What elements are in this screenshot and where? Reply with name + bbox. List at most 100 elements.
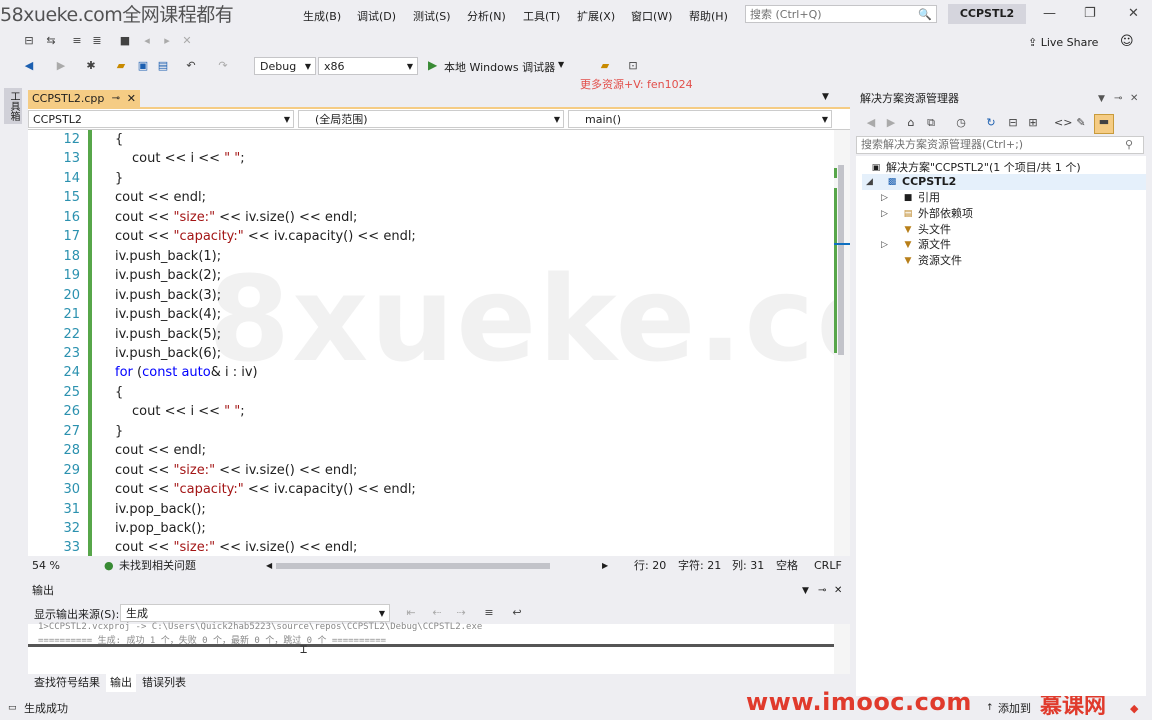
code-line[interactable]: cout << i << " "; — [132, 151, 245, 166]
close-icon[interactable]: ✕ — [834, 582, 842, 600]
tree-item-references[interactable]: ■ 引用 — [902, 190, 940, 206]
sync-icon[interactable]: ⇆ — [44, 34, 58, 48]
code-line[interactable]: iv.push_back(6); — [115, 346, 221, 361]
bookmark-icon[interactable]: ■ — [118, 34, 132, 48]
output-source-select[interactable]: 生成 ▼ — [120, 604, 390, 622]
minimize-button[interactable]: — — [1043, 6, 1056, 21]
refresh-icon[interactable]: ↻ — [984, 116, 998, 130]
menu-test[interactable]: 测试(S) — [413, 8, 451, 24]
eol-indicator[interactable]: CRLF — [814, 557, 842, 575]
pin-icon[interactable]: ⊸ — [1114, 90, 1122, 108]
menu-debug[interactable]: 调试(D) — [357, 8, 396, 24]
code-line[interactable]: iv.pop_back(); — [115, 502, 206, 517]
solution-search-input[interactable]: 搜索解决方案资源管理器(Ctrl+;) ⚲ — [856, 136, 1144, 154]
tree-item-external-deps[interactable]: ▤ 外部依赖项 — [902, 206, 973, 222]
close-icon[interactable]: ✕ — [127, 90, 136, 108]
close-icon[interactable]: ✕ — [1130, 90, 1138, 108]
scope-nav-select[interactable]: (全局范围) ▼ — [298, 110, 564, 128]
prev-message-icon[interactable]: ⇠ — [430, 606, 444, 620]
code-line[interactable]: } — [115, 424, 123, 439]
forward-icon[interactable]: ▶ — [884, 116, 898, 130]
preview-selected-icon[interactable]: ▬ — [1094, 114, 1114, 134]
screenshot-icon[interactable]: ⊡ — [626, 59, 640, 73]
prev-bookmark-icon[interactable]: ◂ — [140, 34, 154, 48]
chevron-down-icon[interactable]: ▼ — [558, 60, 564, 69]
tab-error-list[interactable]: 错误列表 — [138, 674, 190, 692]
tree-item-header-files[interactable]: ▼ 头文件 — [902, 222, 951, 238]
comment-icon[interactable]: ≡ — [70, 34, 84, 48]
collapse-all-icon[interactable]: ⊟ — [1006, 116, 1020, 130]
class-view-icon[interactable]: ⊟ — [22, 34, 36, 48]
menu-help[interactable]: 帮助(H) — [689, 8, 728, 24]
save-all-icon[interactable]: ▤ — [156, 59, 170, 73]
expand-arrow-icon[interactable]: ▷ — [881, 193, 888, 203]
whitespace-indicator[interactable]: 空格 — [776, 557, 798, 575]
code-line[interactable]: iv.pop_back(); — [115, 521, 206, 536]
issues-status[interactable]: 未找到相关问题 — [119, 557, 196, 575]
pending-changes-icon[interactable]: ◷ — [954, 116, 968, 130]
search-box[interactable]: 搜索 (Ctrl+Q) 🔍 — [745, 5, 937, 23]
live-share-button[interactable]: ⇪ Live Share — [1028, 36, 1098, 49]
pin-icon[interactable]: ⊸ — [112, 90, 120, 108]
new-project-icon[interactable]: ✱ — [84, 59, 98, 73]
pin-icon[interactable]: ⊸ — [818, 582, 826, 600]
next-message-icon[interactable]: ⇢ — [454, 606, 468, 620]
back-icon[interactable]: ◀ — [864, 116, 878, 130]
config-select[interactable]: Debug ▼ — [254, 57, 316, 75]
scroll-right-icon[interactable]: ▶ — [602, 557, 608, 575]
home-icon[interactable]: ⌂ — [904, 116, 918, 130]
forward-icon[interactable]: ▶ — [54, 59, 68, 73]
scroll-left-icon[interactable]: ◀ — [266, 557, 272, 575]
document-tab[interactable]: CCPSTL2.cpp ⊸ ✕ — [28, 90, 140, 108]
menu-window[interactable]: 窗口(W) — [631, 8, 672, 24]
project-nav-select[interactable]: CCPSTL2 ▼ — [28, 110, 294, 128]
clear-all-icon[interactable]: ≡ — [482, 606, 496, 620]
tab-output[interactable]: 输出 — [106, 674, 136, 692]
zoom-level[interactable]: 54 % — [32, 557, 60, 575]
word-wrap-icon[interactable]: ↩ — [510, 606, 524, 620]
code-line[interactable]: } — [115, 171, 123, 186]
switch-views-icon[interactable]: ⧉ — [924, 116, 938, 130]
tab-find-symbol-results[interactable]: 查找符号结果 — [30, 674, 104, 692]
vertical-scroll-thumb[interactable] — [838, 165, 844, 355]
platform-select[interactable]: x86 ▼ — [318, 57, 418, 75]
tree-item-resource-files[interactable]: ▼ 资源文件 — [902, 253, 962, 269]
chevron-down-icon[interactable]: ▼ — [1098, 90, 1105, 108]
output-text-area[interactable]: 1>CCPSTL2.vcxproj -> C:\Users\Quick2hab5… — [28, 622, 850, 674]
folder-icon[interactable]: ▰ — [598, 59, 612, 73]
code-line[interactable]: iv.push_back(5); — [115, 327, 221, 342]
show-all-files-icon[interactable]: ⊞ — [1026, 116, 1040, 130]
code-line[interactable]: iv.push_back(1); — [115, 249, 221, 264]
add-to-source-control[interactable]: 添加到 — [998, 697, 1031, 720]
output-scrollbar[interactable] — [834, 624, 850, 674]
close-window-button[interactable]: ✕ — [1128, 6, 1139, 21]
menu-analyze[interactable]: 分析(N) — [467, 8, 506, 24]
code-view-icon[interactable]: <> — [1054, 116, 1072, 130]
code-line[interactable]: cout << "capacity:" << iv.capacity() << … — [115, 482, 416, 497]
menu-build[interactable]: 生成(B) — [303, 8, 341, 24]
find-message-icon[interactable]: ⇤ — [404, 606, 418, 620]
code-line[interactable]: iv.push_back(4); — [115, 307, 221, 322]
menu-tools[interactable]: 工具(T) — [523, 8, 560, 24]
member-nav-select[interactable]: main() ▼ — [568, 110, 832, 128]
tree-project-node[interactable]: ▩ CCPSTL2 — [886, 174, 957, 190]
code-editor[interactable]: 8xueke.com 12 13 14 15 16 17 18 19 20 21 22 23 24 25 2… — [28, 130, 834, 556]
back-icon[interactable]: ◀ — [22, 59, 36, 73]
code-line[interactable]: iv.push_back(3); — [115, 288, 221, 303]
run-debugger-button[interactable]: 本地 Windows 调试器 — [444, 59, 555, 75]
toolbox-tab[interactable]: 工具箱 — [4, 88, 22, 124]
next-bookmark-icon[interactable]: ▸ — [160, 34, 174, 48]
code-line[interactable]: { — [115, 385, 123, 400]
tree-item-source-files[interactable]: ▼ 源文件 — [902, 237, 951, 253]
code-line[interactable]: cout << "size:" << iv.size() << endl; — [115, 210, 357, 225]
code-line[interactable]: for (const auto& i : iv) — [115, 365, 258, 380]
undo-icon[interactable]: ↶ — [184, 59, 198, 73]
code-line[interactable]: iv.push_back(2); — [115, 268, 221, 283]
code-line[interactable]: cout << endl; — [115, 190, 206, 205]
open-file-icon[interactable]: ▰ — [114, 59, 128, 73]
clear-bookmarks-icon[interactable]: ✕ — [180, 34, 194, 48]
arrow-up-icon[interactable]: ↑ — [986, 697, 994, 720]
notification-bell-icon[interactable]: ◆ — [1130, 697, 1138, 720]
code-line[interactable]: cout << "size:" << iv.size() << endl; — [115, 540, 357, 555]
restore-button[interactable]: ❐ — [1084, 6, 1096, 21]
